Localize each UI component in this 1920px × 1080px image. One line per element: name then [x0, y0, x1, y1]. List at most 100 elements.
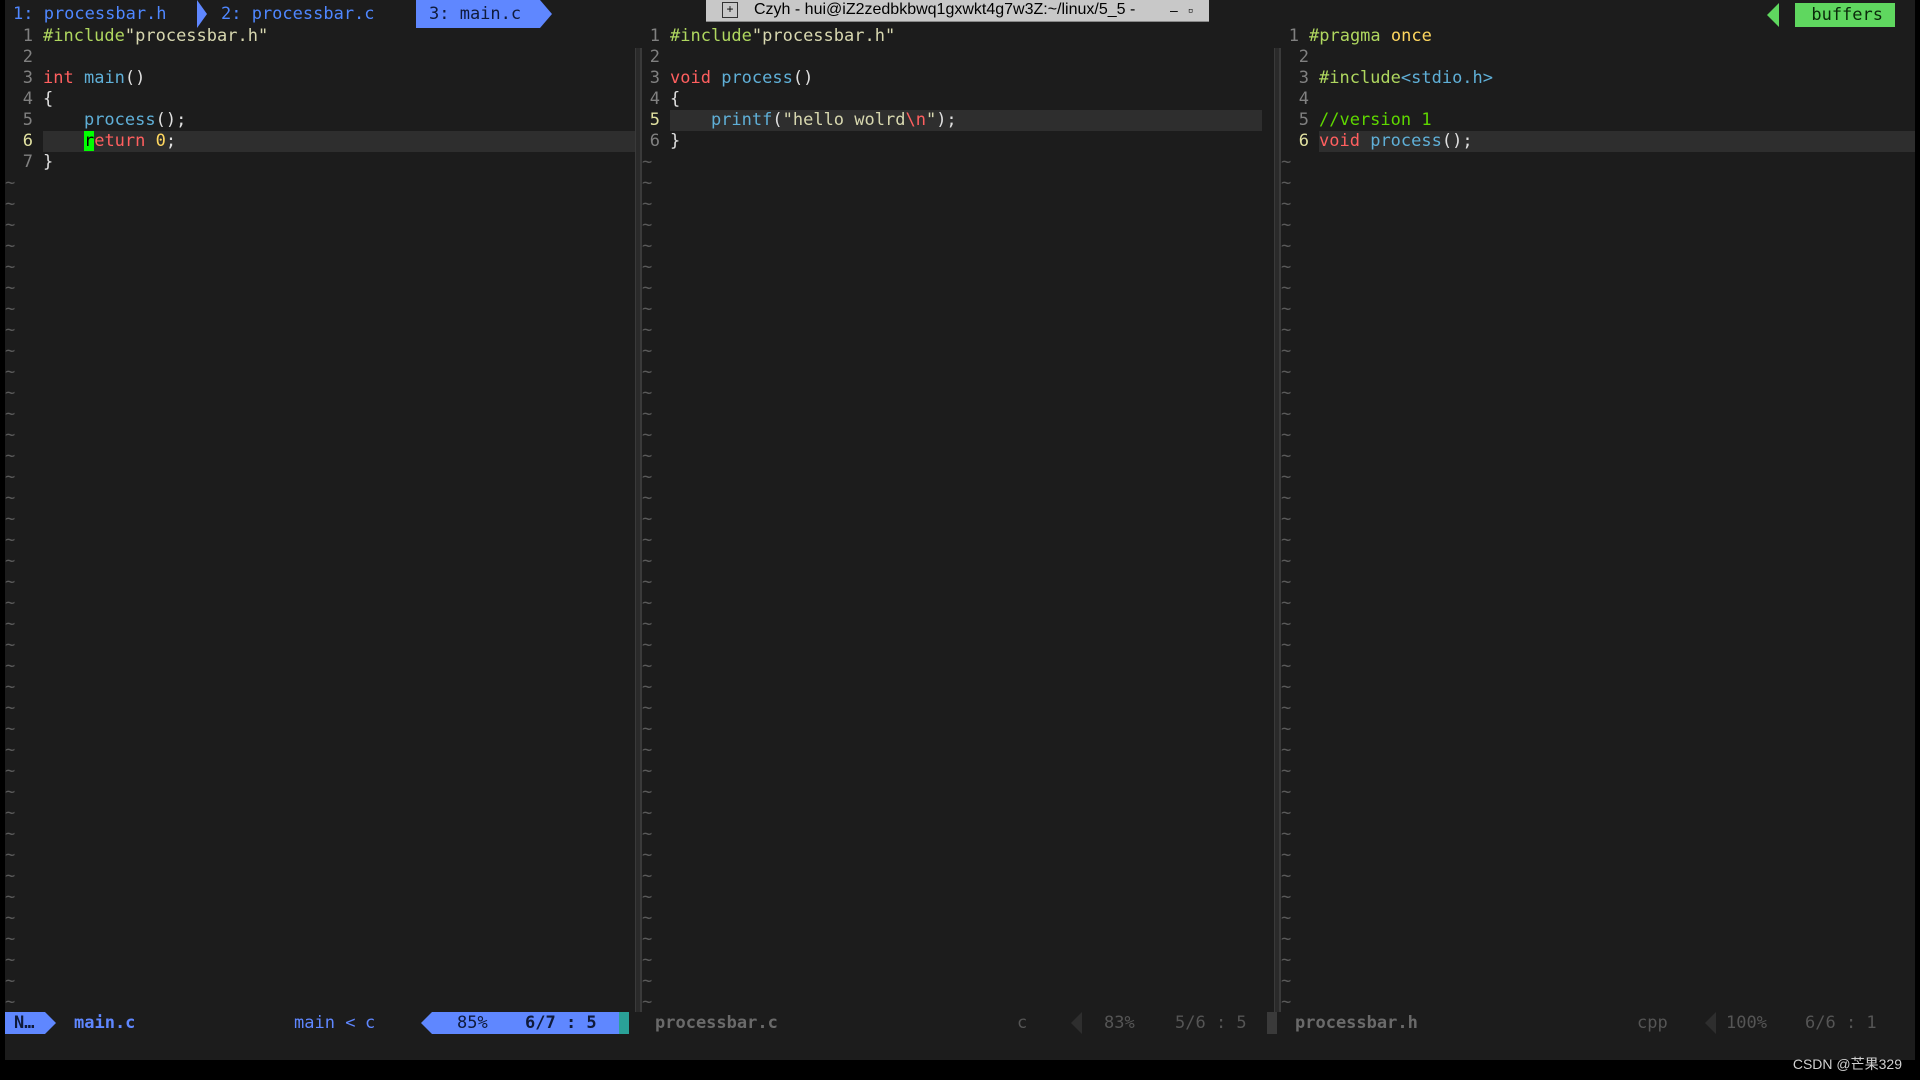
empty-line-tilde: ~ — [5, 656, 16, 676]
buffers-indicator: buffers — [1795, 3, 1895, 27]
empty-line-tilde: ~ — [642, 887, 653, 907]
empty-line-tilde: ~ — [1281, 761, 1292, 781]
empty-line-tilde: ~ — [1281, 782, 1292, 802]
empty-line-tilde: ~ — [5, 278, 16, 298]
empty-line-tilde: ~ — [1281, 467, 1292, 487]
empty-line-tilde: ~ — [1281, 740, 1292, 760]
empty-line-tilde: ~ — [642, 215, 653, 235]
editor-pane-processbar-h[interactable]: 1 #pragma once 2 3 #include<stdio.h> 4 5//… — [1281, 25, 1915, 1013]
empty-line-tilde: ~ — [1281, 173, 1292, 193]
empty-line-tilde: ~ — [1281, 866, 1292, 886]
code-line-current: 6 void process(); — [1281, 131, 1915, 152]
empty-line-tilde: ~ — [5, 929, 16, 949]
empty-line-tilde: ~ — [5, 719, 16, 739]
empty-line-tilde: ~ — [642, 404, 653, 424]
empty-line-tilde: ~ — [5, 971, 16, 991]
buffer-tab-label: 2: processbar.c — [221, 4, 375, 24]
status-percent: 100% — [1726, 1013, 1767, 1033]
code-line: 1 #include"processbar.h" — [649, 26, 896, 46]
empty-line-tilde: ~ — [642, 362, 653, 382]
buffer-tab-processbar-c[interactable]: 2: processbar.c — [221, 0, 406, 28]
empty-line-tilde: ~ — [5, 992, 16, 1012]
empty-line-tilde: ~ — [642, 614, 653, 634]
watermark: CSDN @芒果329 — [1792, 1056, 1902, 1072]
empty-line-tilde: ~ — [642, 257, 653, 277]
empty-line-tilde: ~ — [642, 299, 653, 319]
empty-line-tilde: ~ — [5, 803, 16, 823]
code-line: 1 #include"processbar.h" — [22, 26, 269, 46]
empty-line-tilde: ~ — [1281, 656, 1292, 676]
empty-line-tilde: ~ — [1281, 320, 1292, 340]
empty-line-tilde: ~ — [642, 740, 653, 760]
vertical-split-separator[interactable] — [1274, 48, 1281, 1012]
empty-line-tilde: ~ — [642, 152, 653, 172]
empty-line-tilde: ~ — [642, 320, 653, 340]
empty-line-tilde: ~ — [5, 950, 16, 970]
empty-line-tilde: ~ — [642, 236, 653, 256]
empty-line-tilde: ~ — [642, 929, 653, 949]
code-line-current: 5 printf("hello wolrd\n"); — [642, 110, 1274, 131]
empty-line-tilde: ~ — [642, 341, 653, 361]
status-filename: processbar.c — [655, 1013, 778, 1033]
empty-line-tilde: ~ — [1281, 950, 1292, 970]
minimize-button[interactable]: – — [1170, 0, 1178, 20]
empty-line-tilde: ~ — [642, 782, 653, 802]
empty-line-tilde: ~ — [1281, 215, 1292, 235]
empty-line-tilde: ~ — [642, 677, 653, 697]
empty-line-tilde: ~ — [1281, 299, 1292, 319]
empty-line-tilde: ~ — [5, 488, 16, 508]
empty-line-tilde: ~ — [1281, 992, 1292, 1012]
empty-line-tilde: ~ — [1281, 971, 1292, 991]
editor-pane-main-c[interactable]: 1 #include"processbar.h" 2 3 int main() 4{… — [5, 25, 635, 1013]
status-percent: 85% — [457, 1013, 488, 1033]
empty-line-tilde: ~ — [642, 509, 653, 529]
empty-line-tilde: ~ — [5, 215, 16, 235]
code-line: 2 — [22, 47, 33, 67]
code-line: 2 — [1298, 47, 1309, 67]
empty-line-tilde: ~ — [1281, 887, 1292, 907]
empty-line-tilde: ~ — [1281, 509, 1292, 529]
empty-line-tilde: ~ — [1281, 257, 1292, 277]
empty-line-tilde: ~ — [642, 992, 653, 1012]
code-line: 2 — [649, 47, 660, 67]
mode-indicator: N… — [5, 1012, 45, 1034]
empty-line-tilde: ~ — [642, 950, 653, 970]
empty-line-tilde: ~ — [5, 446, 16, 466]
empty-line-tilde: ~ — [642, 866, 653, 886]
status-arrow-icon — [421, 1012, 432, 1034]
restore-button[interactable]: ▫ — [1188, 0, 1193, 20]
empty-line-tilde: ~ — [5, 593, 16, 613]
empty-line-tilde: ~ — [1281, 803, 1292, 823]
buffer-tab-label: 3: main.c — [429, 4, 522, 24]
empty-line-tilde: ~ — [642, 845, 653, 865]
code-line: 3 int main() — [22, 68, 146, 88]
empty-line-tilde: ~ — [5, 572, 16, 592]
window-menu-icon[interactable]: + — [722, 2, 738, 18]
empty-line-tilde: ~ — [5, 173, 16, 193]
empty-line-tilde: ~ — [5, 908, 16, 928]
empty-line-tilde: ~ — [5, 782, 16, 802]
empty-line-tilde: ~ — [642, 446, 653, 466]
empty-line-tilde: ~ — [642, 971, 653, 991]
code-line: 4{ — [649, 89, 681, 109]
empty-line-tilde: ~ — [1281, 698, 1292, 718]
empty-line-tilde: ~ — [642, 278, 653, 298]
empty-line-tilde: ~ — [5, 467, 16, 487]
empty-line-tilde: ~ — [5, 509, 16, 529]
editor-pane-processbar-c[interactable]: 1 #include"processbar.h" 2 3 void process(… — [642, 25, 1274, 1013]
empty-line-tilde: ~ — [5, 761, 16, 781]
tab-separator-icon — [197, 0, 207, 28]
terminal-title-bar[interactable]: + Czyh - hui@iZ2zedbkbwq1gxwkt4g7w3Z:~/l… — [706, 0, 1209, 22]
empty-line-tilde: ~ — [642, 593, 653, 613]
empty-line-tilde: ~ — [642, 467, 653, 487]
vertical-split-separator[interactable] — [635, 48, 642, 1012]
status-arrow-icon — [1071, 1012, 1082, 1034]
buffer-tab-processbar-h[interactable]: 1: processbar.h — [13, 0, 181, 28]
buffer-tab-main-c[interactable]: 3: main.c — [416, 0, 540, 28]
empty-line-tilde: ~ — [5, 740, 16, 760]
empty-line-tilde: ~ — [1281, 824, 1292, 844]
empty-line-tilde: ~ — [1281, 593, 1292, 613]
empty-line-tilde: ~ — [1281, 152, 1292, 172]
empty-line-tilde: ~ — [5, 257, 16, 277]
empty-line-tilde: ~ — [1281, 278, 1292, 298]
